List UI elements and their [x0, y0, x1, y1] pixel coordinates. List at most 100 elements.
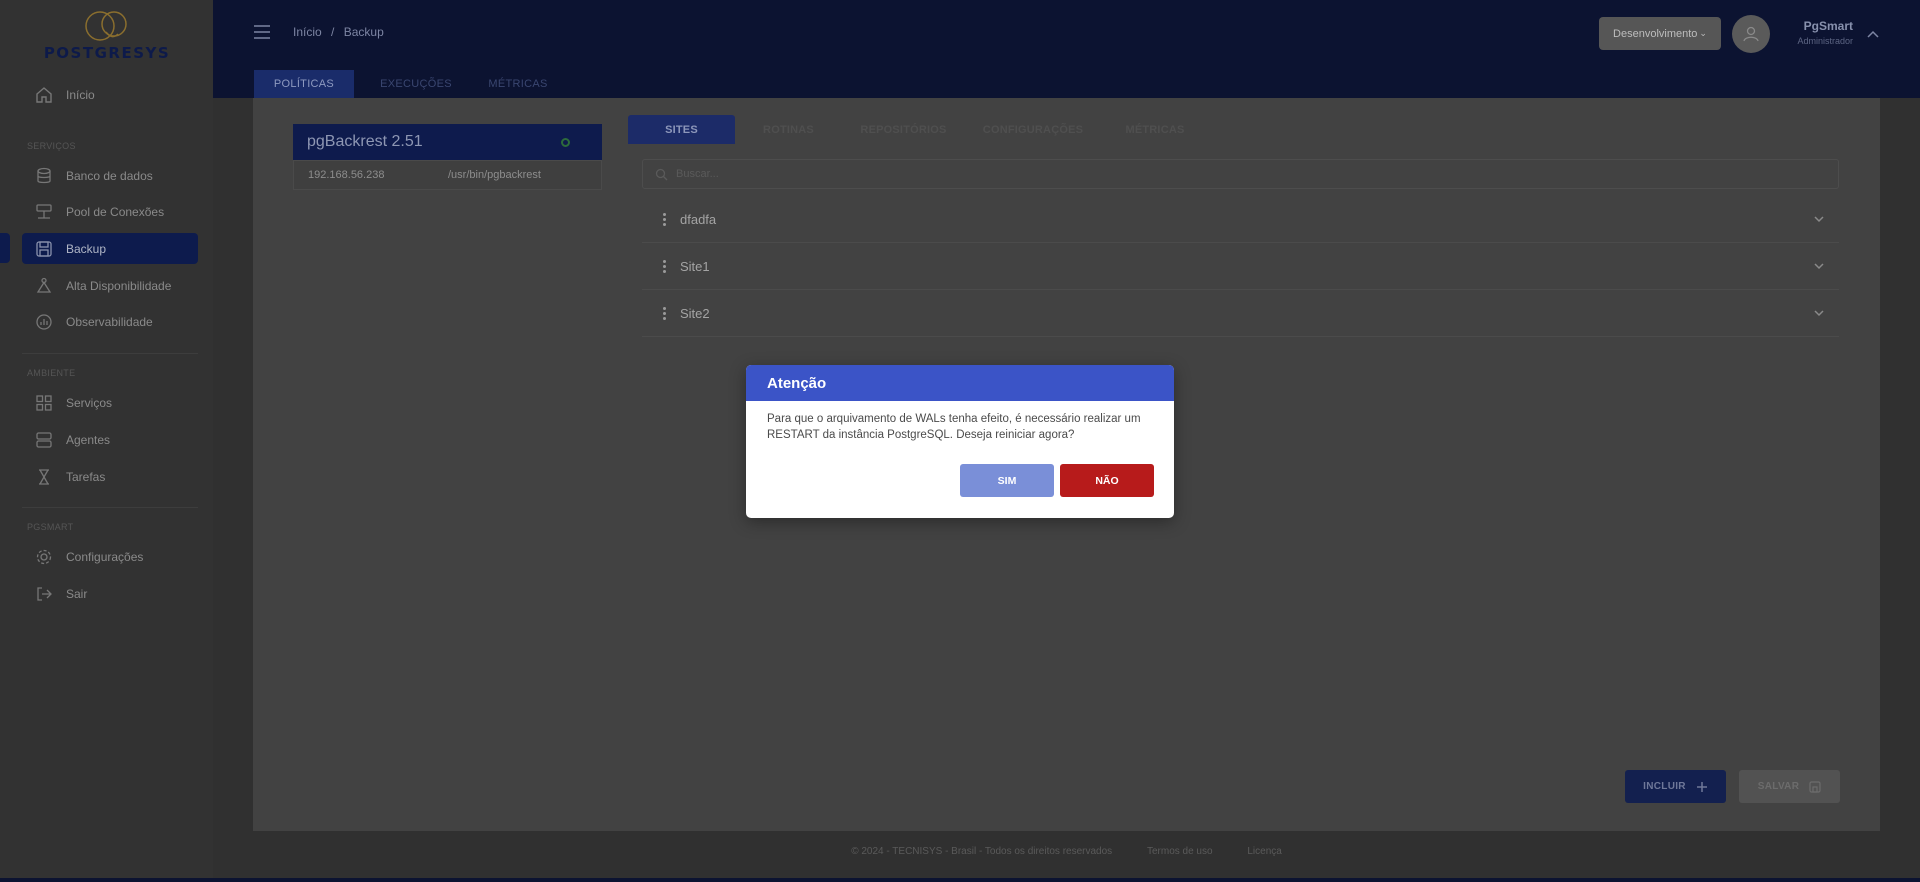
subtab-sites[interactable]: SITES [628, 115, 735, 144]
kebab-menu-icon[interactable] [662, 260, 666, 273]
gear-icon [34, 547, 54, 567]
subtab-metricas[interactable]: MÉTRICAS [1110, 115, 1200, 144]
sidebar-item-sair[interactable]: Sair [22, 578, 198, 609]
subtab-rotinas[interactable]: ROTINAS [741, 115, 836, 144]
sidebar-item-configuracoes[interactable]: Configurações [22, 541, 198, 572]
section-label-environment: AMBIENTE [27, 368, 76, 378]
status-online-icon [561, 138, 570, 147]
environment-select[interactable]: Desenvolvimento ⌄ [1599, 17, 1721, 50]
list-item[interactable]: dfadfa [642, 197, 1839, 243]
chart-icon [34, 312, 54, 332]
avatar[interactable] [1732, 15, 1770, 53]
sidebar-item-label: Início [66, 87, 95, 102]
search-icon [655, 168, 668, 180]
dialog-message: Para que o arquivamento de WALs tenha ef… [767, 413, 1141, 441]
server-card[interactable]: pgBackrest 2.51 192.168.56.238 /usr/bin/… [293, 124, 602, 190]
sidebar-item-label: Tarefas [66, 469, 106, 484]
sidebar-item-banco-de-dados[interactable]: Banco de dados [22, 160, 198, 191]
section-label-pgsmart: PGSMART [27, 522, 74, 532]
breadcrumb-current: Backup [343, 25, 384, 39]
sidebar-divider [22, 353, 198, 354]
subtab-configuracoes[interactable]: CONFIGURAÇÕES [973, 115, 1093, 144]
dialog-title: Atenção [746, 365, 1174, 401]
breadcrumb-home[interactable]: Início [293, 25, 322, 39]
no-button[interactable]: NÃO [1060, 464, 1154, 497]
sidebar-item-observabilidade[interactable]: Observabilidade [22, 306, 198, 337]
user-role: Administrador [1797, 36, 1853, 46]
tab-metricas[interactable]: MÉTRICAS [476, 70, 560, 98]
user-name: PgSmart [1803, 19, 1853, 33]
site-name: dfadfa [680, 212, 717, 227]
server-path: /usr/bin/pgbackrest [448, 169, 541, 181]
footer: © 2024 - TECNISYS - Brasil - Todos os di… [213, 846, 1920, 866]
sidebar-item-label: Pool de Conexões [66, 204, 165, 219]
sidebar-item-label: Configurações [66, 549, 144, 564]
database-icon [34, 166, 54, 186]
hamburger-menu-icon[interactable] [253, 25, 271, 39]
server-ip: 192.168.56.238 [308, 169, 385, 181]
hourglass-icon [34, 467, 54, 487]
breadcrumb-separator: / [331, 25, 335, 39]
chevron-up-icon[interactable] [1866, 26, 1880, 38]
sidebar-item-label: Serviços [66, 395, 113, 410]
section-label-services: SERVIÇOS [27, 141, 76, 151]
server-title: pgBackrest 2.51 [307, 133, 423, 150]
sidebar-divider [22, 507, 198, 508]
footer-license-link[interactable]: Licença [1247, 846, 1281, 857]
sidebar-item-label: Alta Disponibilidade [66, 278, 172, 293]
environment-value: Desenvolvimento [1613, 27, 1698, 40]
kebab-menu-icon[interactable] [662, 307, 666, 320]
plus-icon [1696, 781, 1707, 792]
salvar-label: SALVAR [1757, 781, 1800, 792]
sidebar-item-alta-disponibilidade[interactable]: Alta Disponibilidade [22, 270, 198, 301]
search-placeholder: Buscar... [676, 168, 719, 180]
elephant-logo-icon [85, 11, 127, 41]
subtab-repositorios[interactable]: REPOSITÓRIOS [846, 115, 961, 144]
sidebar-item-label: Agentes [66, 432, 111, 447]
grid-icon [34, 393, 54, 413]
kebab-menu-icon[interactable] [662, 213, 666, 226]
bottom-strip [0, 878, 1920, 882]
chevron-down-icon[interactable] [1813, 309, 1825, 318]
backup-icon [34, 239, 54, 259]
chevron-down-icon[interactable] [1813, 215, 1825, 224]
sidebar-item-agentes[interactable]: Agentes [22, 424, 198, 455]
list-item[interactable]: Site2 [642, 291, 1839, 337]
search-input[interactable]: Buscar... [642, 159, 1839, 189]
brand-logo: POSTGRESYS [34, 8, 180, 62]
tab-politicas[interactable]: POLÍTICAS [254, 70, 354, 98]
sidebar-item-servicos[interactable]: Serviços [22, 387, 198, 418]
user-icon [1743, 26, 1759, 42]
sidebar-item-backup[interactable]: Backup [22, 233, 198, 264]
incluir-button[interactable]: INCLUIR [1625, 770, 1726, 803]
breadcrumb: Início / Backup [293, 25, 384, 39]
server-icon [34, 430, 54, 450]
sidebar-item-label: Sair [66, 586, 88, 601]
tab-execucoes[interactable]: EXECUÇÕES [361, 70, 471, 98]
sidebar-item-inicio[interactable]: Início [22, 79, 198, 110]
footer-copyright: © 2024 - TECNISYS - Brasil - Todos os di… [851, 846, 1113, 857]
chevron-down-icon: ⌄ [1699, 28, 1707, 38]
home-icon [34, 85, 54, 105]
sidebar-item-label: Backup [66, 241, 107, 256]
list-item[interactable]: Site1 [642, 244, 1839, 290]
chevron-down-icon[interactable] [1813, 262, 1825, 271]
active-nav-marker [0, 233, 10, 263]
save-icon [1809, 780, 1821, 793]
site-name: Site2 [680, 306, 710, 321]
pool-icon [34, 202, 54, 222]
server-card-header: pgBackrest 2.51 [293, 124, 602, 160]
confirm-dialog: Atenção Para que o arquivamento de WALs … [746, 365, 1174, 518]
sidebar-item-pool-de-conexoes[interactable]: Pool de Conexões [22, 196, 198, 227]
salvar-button[interactable]: SALVAR [1739, 770, 1840, 803]
site-name: Site1 [680, 259, 710, 274]
top-bar: Início / Backup Desenvolvimento ⌄ PgSmar… [213, 0, 1920, 98]
high-availability-icon [34, 276, 54, 296]
server-card-details: 192.168.56.238 /usr/bin/pgbackrest [293, 160, 602, 190]
sidebar-item-tarefas[interactable]: Tarefas [22, 461, 198, 492]
brand-name: POSTGRESYS [43, 44, 171, 62]
incluir-label: INCLUIR [1643, 781, 1686, 792]
yes-button[interactable]: SIM [960, 464, 1054, 497]
footer-terms-link[interactable]: Termos de uso [1147, 846, 1213, 857]
logout-icon [34, 584, 54, 604]
